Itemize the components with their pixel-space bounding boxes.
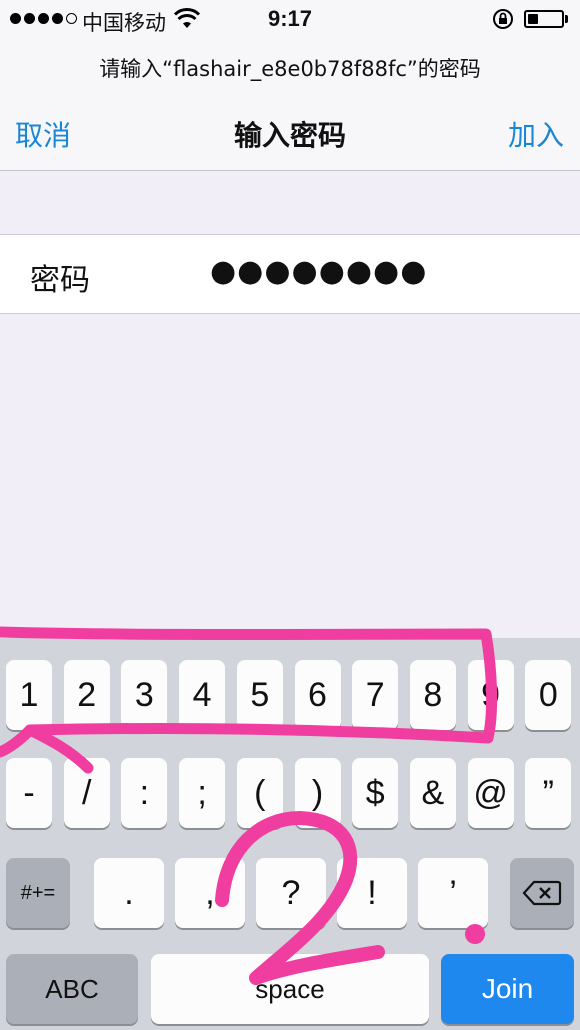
keyboard: 1234567890 - /:;() $ & @” #+= .,?!’ ABC spac… bbox=[0, 638, 580, 1030]
digit-key-0[interactable]: 1 bbox=[6, 660, 52, 730]
password-input[interactable]: ●●●●●●●● bbox=[210, 254, 427, 289]
symbol-key-1[interactable]: / bbox=[63, 758, 110, 828]
digit-key-5[interactable]: 6 bbox=[294, 660, 341, 730]
digit-key-8[interactable]: 9 bbox=[467, 660, 514, 730]
punctuation-key-4[interactable]: ’ bbox=[418, 858, 488, 928]
symbol-key-3[interactable]: ; bbox=[179, 758, 226, 828]
space-key[interactable]: space bbox=[151, 954, 429, 1024]
password-row[interactable]: 密码 ●●●●●●●● bbox=[0, 234, 580, 314]
symbol-key-7[interactable]: & bbox=[409, 758, 456, 828]
page-title: 输入密码 bbox=[233, 119, 346, 152]
symbol-key-4[interactable]: ( bbox=[236, 758, 283, 828]
symbol-key-2[interactable]: : bbox=[121, 758, 168, 828]
digit-key-2[interactable]: 3 bbox=[121, 660, 168, 730]
punctuation-key-1[interactable]: , bbox=[175, 858, 245, 928]
backspace-key[interactable] bbox=[510, 858, 574, 928]
digit-key-9[interactable]: 0 bbox=[525, 660, 572, 730]
cancel-button[interactable]: 取消 bbox=[15, 114, 71, 154]
rotation-lock-icon bbox=[493, 9, 513, 29]
symbol-key-6[interactable]: $ bbox=[352, 758, 399, 828]
digit-key-1[interactable]: 2 bbox=[63, 660, 110, 730]
symbol-key-8[interactable]: @ bbox=[467, 758, 514, 828]
password-label: 密码 bbox=[30, 263, 90, 298]
punctuation-key-3[interactable]: ! bbox=[337, 858, 407, 928]
backspace-icon bbox=[522, 880, 562, 906]
abc-key[interactable]: ABC bbox=[6, 954, 138, 1024]
symbol-key-0[interactable]: - bbox=[6, 758, 52, 828]
symbol-key-9[interactable]: ” bbox=[525, 758, 572, 828]
battery-icon bbox=[524, 10, 564, 28]
symbols-key[interactable]: #+= bbox=[6, 858, 70, 928]
symbol-key-5[interactable]: ) bbox=[294, 758, 341, 828]
nav-bar: 取消 输入密码 加入 bbox=[0, 100, 580, 171]
digit-key-3[interactable]: 4 bbox=[179, 660, 226, 730]
status-bar: 中国移动 9:17 bbox=[0, 0, 580, 40]
digit-key-4[interactable]: 5 bbox=[236, 660, 283, 730]
join-key[interactable]: Join bbox=[441, 954, 574, 1024]
punctuation-key-0[interactable]: . bbox=[94, 858, 164, 928]
join-button[interactable]: 加入 bbox=[508, 114, 564, 154]
network-prompt: 请输入“flashair_e8e0b78f88fc”的密码 bbox=[0, 40, 580, 100]
digit-key-6[interactable]: 7 bbox=[352, 660, 399, 730]
punctuation-key-2[interactable]: ? bbox=[256, 858, 326, 928]
digit-key-7[interactable]: 8 bbox=[409, 660, 456, 730]
